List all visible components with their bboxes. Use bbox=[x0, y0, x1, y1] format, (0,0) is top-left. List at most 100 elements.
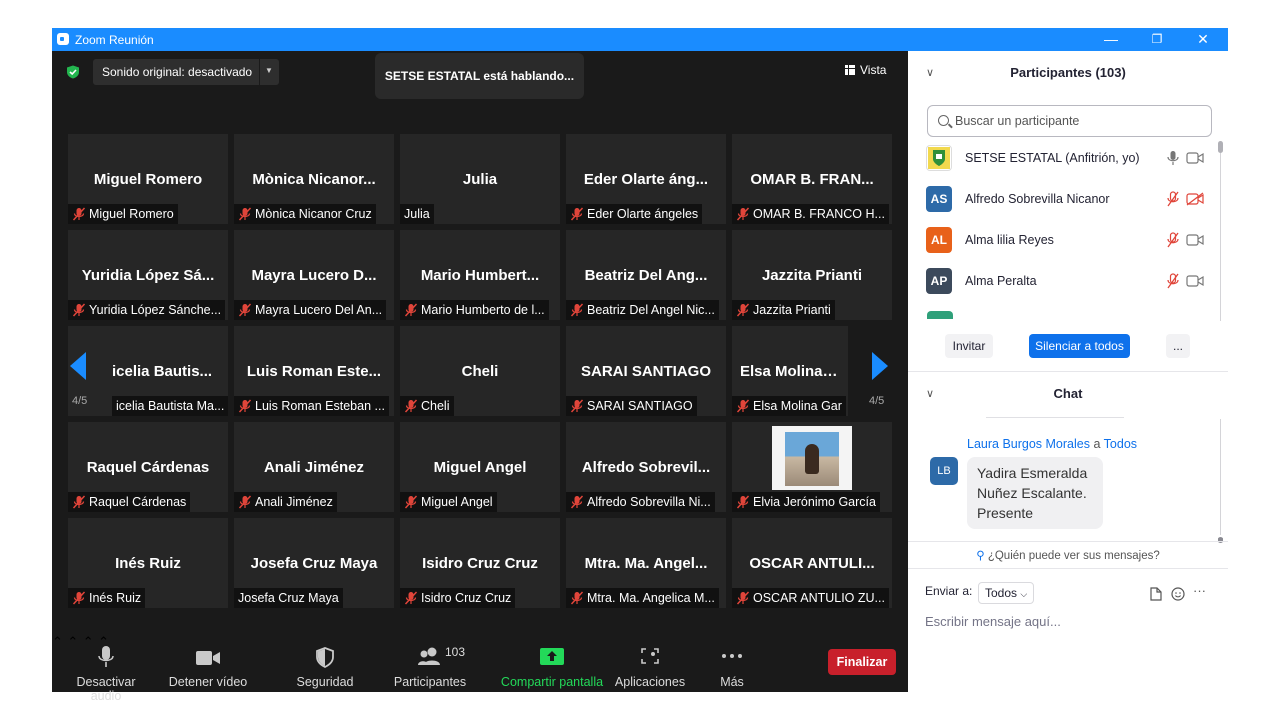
video-tile[interactable]: Mario Humbert... Mario Humberto de l... bbox=[400, 230, 560, 320]
encryption-shield-icon[interactable] bbox=[66, 65, 80, 79]
video-camera-icon[interactable] bbox=[1186, 274, 1204, 288]
participant-avatar: AS bbox=[926, 186, 952, 212]
video-tile[interactable]: Yuridia López Sá... Yuridia López Sánche.… bbox=[68, 230, 228, 320]
participant-display-name: Beatriz Del Ang... bbox=[584, 267, 708, 284]
participants-more-button[interactable]: ... bbox=[1166, 334, 1190, 358]
participant-search-input[interactable]: Buscar un participante bbox=[927, 105, 1212, 137]
participant-name-label: Mtra. Ma. Angelica M... bbox=[566, 588, 719, 608]
end-meeting-button[interactable]: Finalizar bbox=[828, 649, 896, 675]
chat-message-input[interactable]: Escribir mensaje aquí... bbox=[925, 614, 1061, 629]
participant-display-name: Miguel Angel bbox=[433, 459, 527, 476]
participant-name-text: Inés Ruiz bbox=[89, 591, 142, 605]
video-tile[interactable]: Mtra. Ma. Angel... Mtra. Ma. Angelica M..… bbox=[566, 518, 726, 608]
participant-row[interactable]: AL Alma lilia Reyes bbox=[926, 221, 1216, 262]
video-tile[interactable]: Julia Julia bbox=[400, 134, 560, 224]
security-button[interactable]: Seguridad bbox=[289, 645, 361, 689]
profile-picture bbox=[785, 432, 839, 486]
apps-icon bbox=[641, 648, 659, 664]
participant-name-text: Raquel Cárdenas bbox=[89, 495, 187, 509]
mic-muted-icon bbox=[72, 207, 86, 221]
mute-audio-button[interactable]: Desactivar audio bbox=[62, 645, 150, 703]
chat-recipient[interactable]: Todos bbox=[1104, 437, 1137, 451]
video-tile[interactable]: OSCAR ANTULI... OSCAR ANTULIO ZU... bbox=[732, 518, 892, 608]
apps-button[interactable]: Aplicaciones bbox=[614, 645, 686, 689]
video-tile[interactable]: Miguel Angel Miguel Angel bbox=[400, 422, 560, 512]
participant-name-label: Elvia Jerónimo García bbox=[732, 492, 880, 512]
video-tile[interactable]: Elvia Jerónimo García bbox=[732, 422, 892, 512]
mute-all-button[interactable]: Silenciar a todos bbox=[1029, 334, 1130, 358]
video-tile[interactable]: SARAI SANTIAGO SARAI SANTIAGO bbox=[566, 326, 726, 416]
participant-row[interactable]: AP Alma Peralta bbox=[926, 262, 1216, 303]
microphone-icon[interactable] bbox=[1166, 150, 1180, 166]
collapse-participants-chevron-icon[interactable]: ∨ bbox=[926, 53, 934, 93]
pill-separator bbox=[259, 59, 260, 85]
video-tile[interactable]: Raquel Cárdenas Raquel Cárdenas bbox=[68, 422, 228, 512]
invite-button[interactable]: Invitar bbox=[945, 334, 993, 358]
participant-display-name: Julia bbox=[462, 171, 498, 188]
participants-icon bbox=[418, 647, 440, 665]
view-button[interactable]: Vista bbox=[845, 63, 886, 77]
participants-label: Participantes bbox=[393, 675, 467, 689]
who-can-see-link[interactable]: ⚲ ¿Quién puede ver sus mensajes? bbox=[908, 548, 1228, 562]
chat-scrollbar[interactable] bbox=[1218, 419, 1223, 547]
mic-muted-icon[interactable] bbox=[1166, 232, 1180, 248]
video-tile[interactable]: Luis Roman Este... Luis Roman Esteban ... bbox=[234, 326, 394, 416]
chat-sender-name[interactable]: Laura Burgos Morales bbox=[967, 437, 1090, 451]
stop-video-button[interactable]: Detener vídeo bbox=[168, 645, 248, 689]
video-tile[interactable]: Mònica Nicanor... Mònica Nicanor Cruz bbox=[234, 134, 394, 224]
minimize-button[interactable]: — bbox=[1088, 28, 1134, 51]
participant-display-name: Josefa Cruz Maya bbox=[250, 555, 378, 572]
chevron-down-icon: ⌵ bbox=[1020, 589, 1028, 599]
video-tile[interactable]: Jazzita Prianti Jazzita Prianti bbox=[732, 230, 892, 320]
more-label: Más bbox=[720, 675, 744, 689]
participant-name-label: Miguel Angel bbox=[400, 492, 497, 512]
video-camera-icon[interactable] bbox=[1186, 233, 1204, 247]
file-icon[interactable] bbox=[1150, 587, 1162, 601]
prev-page-button[interactable]: 4/5 bbox=[68, 351, 88, 411]
video-tile[interactable]: Isidro Cruz Cruz Isidro Cruz Cruz bbox=[400, 518, 560, 608]
search-placeholder: Buscar un participante bbox=[955, 114, 1080, 128]
video-tile[interactable]: Alfredo Sobrevil... Alfredo Sobrevilla Ni… bbox=[566, 422, 726, 512]
video-tile[interactable]: OMAR B. FRAN... OMAR B. FRANCO H... bbox=[732, 134, 892, 224]
chat-separator bbox=[986, 417, 1124, 418]
video-tile[interactable]: Josefa Cruz Maya Josefa Cruz Maya bbox=[234, 518, 394, 608]
video-tile[interactable]: Cheli Cheli bbox=[400, 326, 560, 416]
video-tile[interactable]: Eder Olarte áng... Eder Olarte ángeles bbox=[566, 134, 726, 224]
arrow-left-icon bbox=[70, 352, 86, 380]
video-tile[interactable]: Anali Jiménez Anali Jiménez bbox=[234, 422, 394, 512]
collapse-chat-chevron-icon[interactable]: ∨ bbox=[926, 374, 934, 414]
chat-to-word: a bbox=[1093, 437, 1101, 451]
video-tile[interactable]: Mayra Lucero D... Mayra Lucero Del An... bbox=[234, 230, 394, 320]
send-to-dropdown[interactable]: Todos ⌵ bbox=[978, 582, 1035, 604]
more-button[interactable]: Más bbox=[712, 645, 752, 689]
share-screen-button[interactable]: Compartir pantalla bbox=[500, 645, 604, 689]
restore-button[interactable]: ❐ bbox=[1134, 28, 1180, 51]
chevron-down-icon[interactable]: ▼ bbox=[265, 66, 273, 75]
original-sound-toggle[interactable]: Sonido original: desactivado ▼ bbox=[93, 59, 279, 85]
video-tile[interactable]: Beatriz Del Ang... Beatriz Del Angel Nic.… bbox=[566, 230, 726, 320]
participant-name: Alma lilia Reyes bbox=[965, 233, 1054, 247]
video-tile[interactable]: Elsa Molina Ga Elsa Molina Gar bbox=[732, 326, 848, 416]
next-page-button[interactable]: 4/5 bbox=[869, 351, 890, 411]
video-off-icon[interactable] bbox=[1186, 192, 1204, 206]
video-tile[interactable]: Miguel Romero Miguel Romero bbox=[68, 134, 228, 224]
participant-list-scrollbar[interactable] bbox=[1218, 141, 1223, 321]
participant-row[interactable]: AS Alfredo Sobrevilla Nicanor bbox=[926, 180, 1216, 221]
participant-name-label: Julia bbox=[400, 204, 434, 224]
chat-more-icon[interactable]: ··· bbox=[1193, 583, 1206, 598]
mic-muted-icon[interactable] bbox=[1166, 191, 1180, 207]
close-button[interactable]: ✕ bbox=[1180, 28, 1226, 51]
participant-name-text: Elsa Molina Gar bbox=[753, 399, 842, 413]
participant-display-name: Eder Olarte áng... bbox=[583, 171, 709, 188]
participant-name-label: Cheli bbox=[400, 396, 454, 416]
chat-title: Chat bbox=[1053, 386, 1083, 401]
participant-name-text: Eder Olarte ángeles bbox=[587, 207, 699, 221]
emoji-icon[interactable] bbox=[1171, 587, 1185, 601]
video-tile[interactable]: Inés Ruiz Inés Ruiz bbox=[68, 518, 228, 608]
mic-muted-icon bbox=[72, 591, 86, 605]
mic-muted-icon[interactable] bbox=[1166, 273, 1180, 289]
video-camera-icon[interactable] bbox=[1186, 151, 1204, 165]
participant-row[interactable]: SETSE ESTATAL (Anfitrión, yo) bbox=[926, 139, 1216, 180]
participant-name-text: Mayra Lucero Del An... bbox=[255, 303, 383, 317]
participant-name-label: icelia Bautista Ma... bbox=[112, 396, 228, 416]
